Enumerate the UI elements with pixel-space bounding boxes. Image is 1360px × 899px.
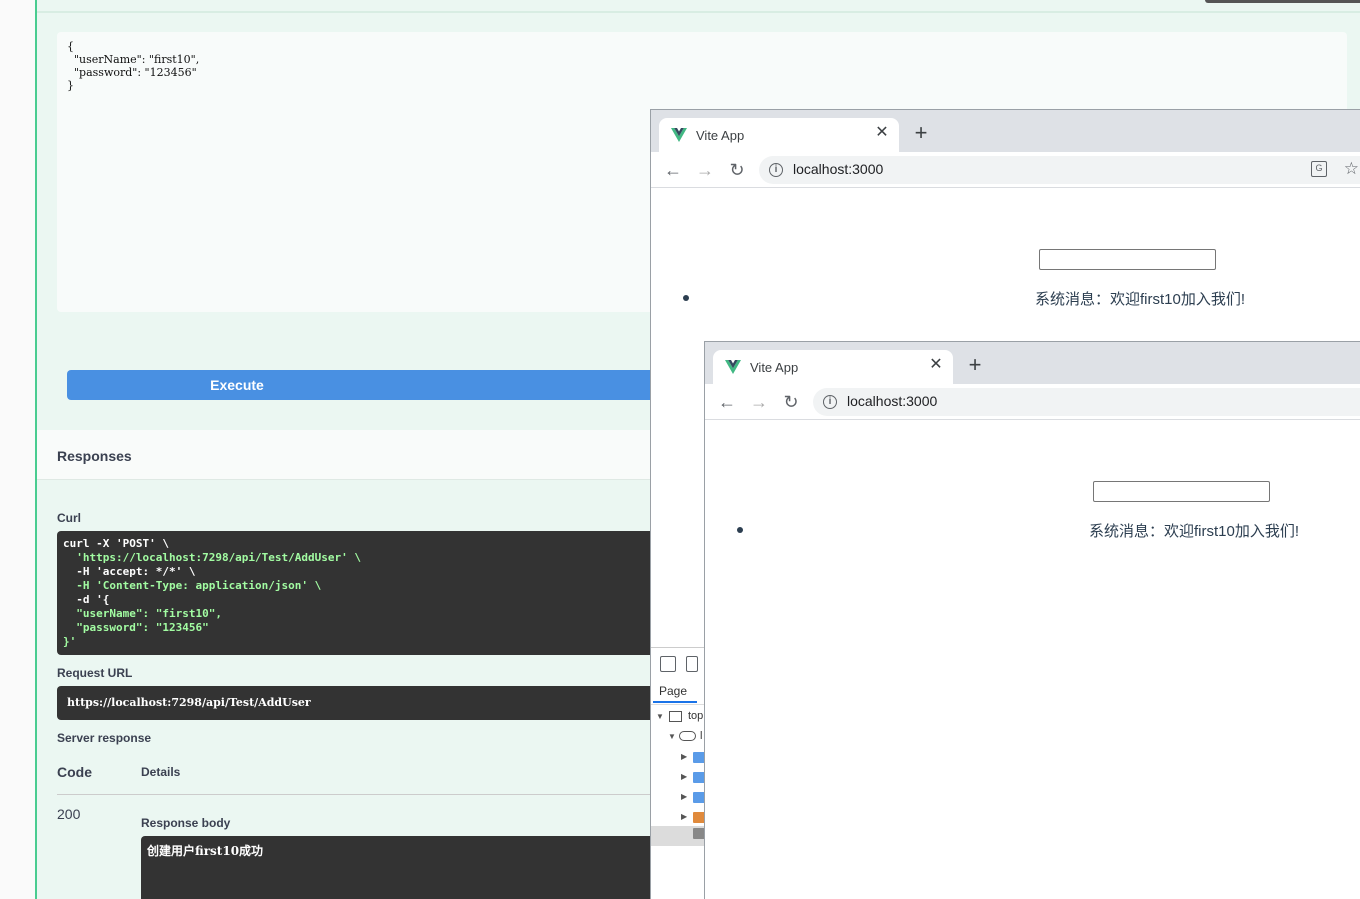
tree-item-origin[interactable]: ▼ l <box>651 728 705 748</box>
frame-icon <box>669 711 682 722</box>
tree-item-selected[interactable] <box>651 826 707 846</box>
reload-icon[interactable]: ↻ <box>725 158 749 182</box>
new-tab-icon[interactable]: + <box>965 354 985 376</box>
curl-line: curl -X 'POST' \ <box>63 537 169 550</box>
devtools-tab-page[interactable]: Page <box>659 684 687 698</box>
tab-title: Vite App <box>696 128 745 143</box>
page-viewport: 系统消息：欢迎first10加入我们! <box>705 421 1360 899</box>
server-response-label: Server response <box>57 731 152 745</box>
expand-arrow-icon[interactable]: ▼ <box>656 712 664 721</box>
inspect-element-icon[interactable] <box>660 656 676 672</box>
system-message: 系统消息：欢迎first10加入我们! <box>1035 291 1246 308</box>
curl-line: "userName": "first10", <box>63 607 222 620</box>
collapsed-arrow-icon[interactable]: ▶ <box>681 772 687 781</box>
curl-line: -H 'Content-Type: application/json' \ <box>63 579 322 592</box>
reload-icon[interactable]: ↻ <box>779 390 803 414</box>
new-tab-icon[interactable]: + <box>911 122 931 144</box>
expand-arrow-icon[interactable]: ▼ <box>668 732 676 741</box>
tab-vite-app[interactable]: Vite App ✕ <box>659 118 899 152</box>
collapsed-arrow-icon[interactable]: ▶ <box>681 752 687 761</box>
vue-logo-icon <box>725 360 741 374</box>
curl-line: }' <box>63 635 77 648</box>
status-code: 200 <box>57 806 81 822</box>
request-url-label: Request URL <box>57 666 133 680</box>
device-toolbar-icon[interactable] <box>686 656 698 672</box>
scrollbar[interactable] <box>1205 0 1360 3</box>
curl-line: 'https://localhost:7298/api/Test/AddUser… <box>63 551 362 564</box>
translate-icon[interactable]: G <box>1311 161 1327 177</box>
url-text: localhost:3000 <box>793 161 884 177</box>
tab-vite-app[interactable]: Vite App ✕ <box>713 350 953 384</box>
divider <box>37 11 1360 13</box>
curl-line: -H 'accept: */*' \ <box>63 565 196 578</box>
vue-logo-icon <box>671 128 687 142</box>
curl-line: "password": "123456" <box>63 621 209 634</box>
curl-label: Curl <box>57 511 81 525</box>
tree-item-folder[interactable]: ▶ <box>651 788 707 808</box>
message-input[interactable] <box>1039 249 1216 270</box>
list-bullet <box>737 527 743 533</box>
info-icon[interactable]: i <box>769 163 783 177</box>
list-bullet <box>683 295 689 301</box>
response-body-label: Response body <box>141 816 231 830</box>
bookmark-star-icon[interactable]: ☆ <box>1344 159 1359 179</box>
tab-strip: Vite App ✕ + <box>651 110 1360 152</box>
tree-item-top[interactable]: ▼ top <box>651 708 705 728</box>
responses-title: Responses <box>57 448 132 464</box>
tree-item-folder[interactable]: ▶ <box>651 768 707 788</box>
address-bar[interactable]: i localhost:3000 <box>813 388 1360 416</box>
forward-arrow-icon[interactable]: → <box>747 390 771 414</box>
back-arrow-icon[interactable]: ← <box>661 158 685 182</box>
info-icon[interactable]: i <box>823 395 837 409</box>
cloud-icon <box>679 731 696 741</box>
divider <box>651 704 705 705</box>
details-column-header: Details <box>141 765 181 779</box>
back-arrow-icon[interactable]: ← <box>715 390 739 414</box>
devtools-panel: Page ▼ top ▼ l ▶ ▶ ▶ ▶ <box>651 647 707 899</box>
code-column-header: Code <box>57 764 92 780</box>
active-tab-indicator <box>653 701 697 703</box>
browser-toolbar: ← → ↻ i localhost:3000 <box>705 384 1360 420</box>
url-text: localhost:3000 <box>847 393 938 409</box>
close-icon[interactable]: ✕ <box>927 356 945 374</box>
page-left-gutter <box>0 0 35 899</box>
tab-title: Vite App <box>750 360 799 375</box>
tree-item-folder[interactable]: ▶ <box>651 808 707 828</box>
tree-item-folder[interactable]: ▶ <box>651 748 707 768</box>
message-input[interactable] <box>1093 481 1270 502</box>
system-message: 系统消息：欢迎first10加入我们! <box>1089 523 1300 540</box>
collapsed-arrow-icon[interactable]: ▶ <box>681 812 687 821</box>
collapsed-arrow-icon[interactable]: ▶ <box>681 792 687 801</box>
browser-window-2: Vite App ✕ + ← → ↻ i localhost:3000 系统消息… <box>704 341 1360 899</box>
forward-arrow-icon[interactable]: → <box>693 158 717 182</box>
tree-item-label: l <box>700 730 703 742</box>
curl-line: -d '{ <box>63 593 110 606</box>
close-icon[interactable]: ✕ <box>873 124 891 142</box>
browser-toolbar: ← → ↻ i localhost:3000 G ☆ <box>651 152 1360 188</box>
tree-item-label: top <box>688 710 704 722</box>
tab-strip: Vite App ✕ + <box>705 342 1360 384</box>
address-bar[interactable]: i localhost:3000 G ☆ <box>759 156 1360 184</box>
